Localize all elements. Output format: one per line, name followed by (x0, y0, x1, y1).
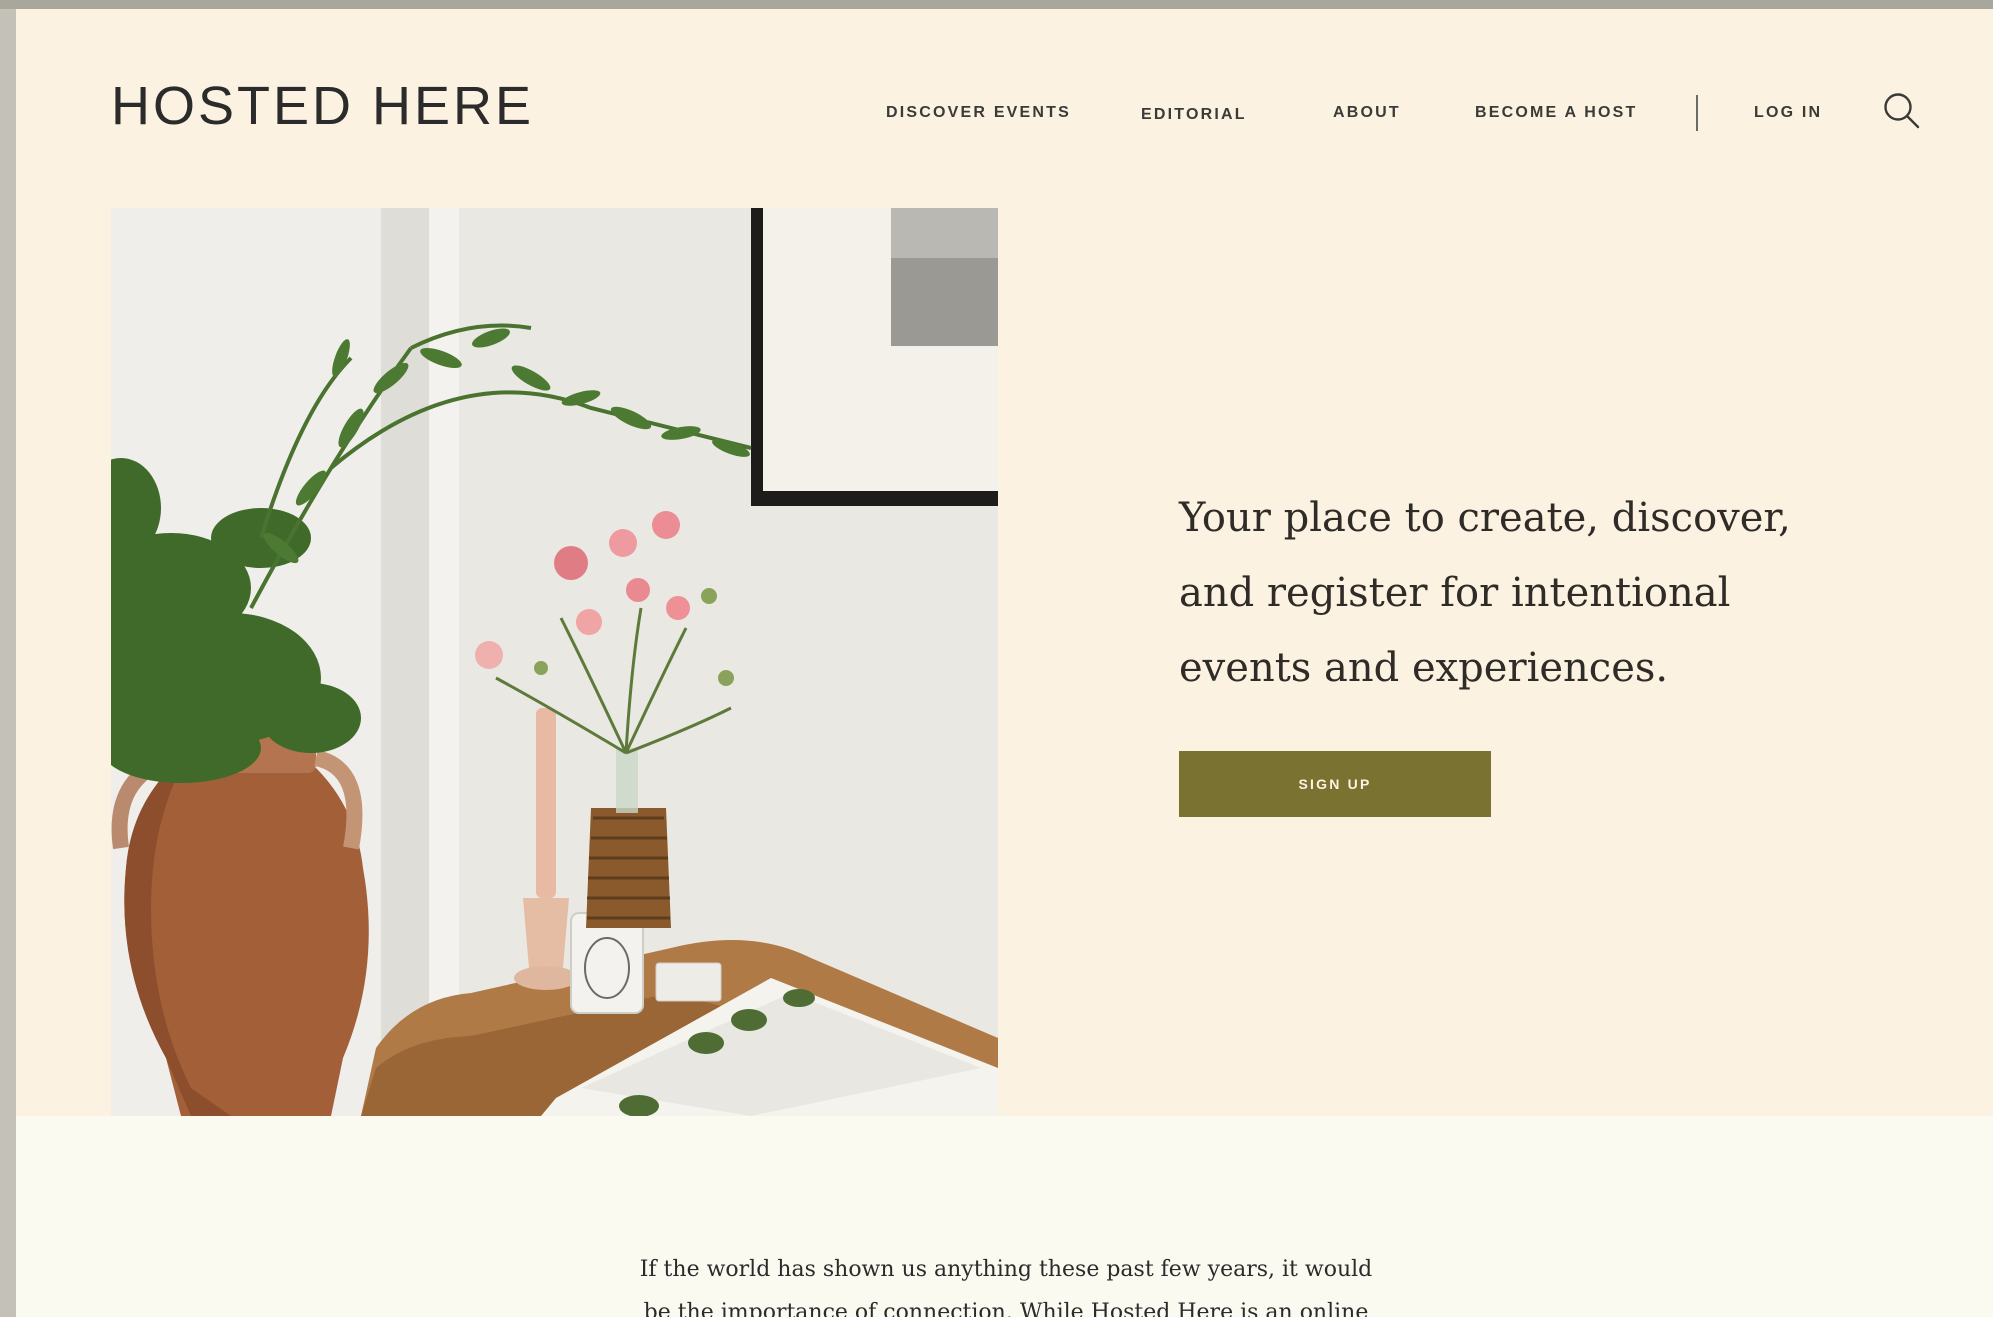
site-logo[interactable]: HOSTED HERE (111, 79, 534, 133)
nav-log-in[interactable]: LOG IN (1754, 104, 1822, 122)
nav-discover-events[interactable]: DISCOVER EVENTS (886, 104, 1071, 122)
search-icon[interactable] (1878, 87, 1926, 135)
intro-section: If the world has shown us anything these… (16, 1116, 1993, 1317)
sign-up-button[interactable]: SIGN UP (1179, 751, 1491, 817)
nav-editorial[interactable]: EDITORIAL (1141, 106, 1247, 124)
intro-paragraph: If the world has shown us anything these… (639, 1257, 1373, 1317)
nav-divider (1696, 95, 1698, 131)
nav-become-a-host[interactable]: BECOME A HOST (1475, 104, 1638, 122)
hero-tagline: Your place to create, discover, and regi… (1179, 495, 1791, 691)
hero-image (111, 208, 998, 1116)
nav-about[interactable]: ABOUT (1333, 104, 1401, 122)
page: HOSTED HERE DISCOVER EVENTS EDITORIAL AB… (16, 9, 1993, 1317)
browser-left-edge (0, 9, 16, 1317)
browser-top-edge (0, 0, 1993, 9)
